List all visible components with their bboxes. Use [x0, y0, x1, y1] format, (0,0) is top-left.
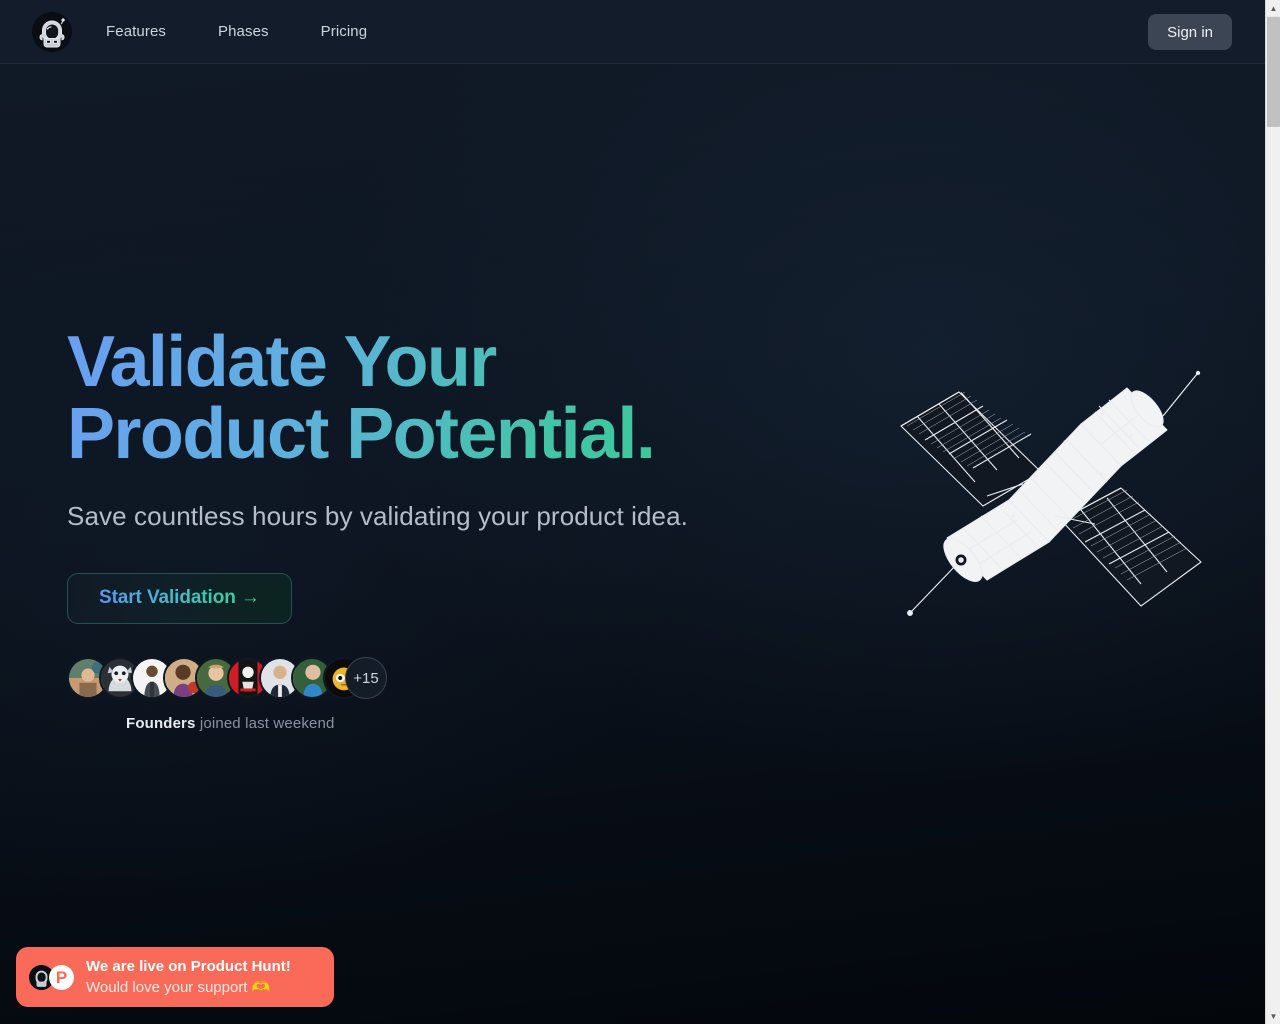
nav-link-features[interactable]: Features	[106, 15, 166, 48]
sign-in-button[interactable]: Sign in	[1148, 14, 1232, 50]
vertical-scrollbar[interactable]: ▲ ▼	[1265, 0, 1280, 1024]
nav-link-pricing[interactable]: Pricing	[321, 15, 368, 48]
product-hunt-subtitle: Would love your support 🫶	[86, 979, 271, 996]
social-proof: +15 Founders joined last weekend	[67, 656, 387, 732]
hero-copy: Validate Your Product Potential. Save co…	[67, 326, 767, 624]
start-validation-label: Start Validation →	[99, 587, 260, 608]
site-header: Features Phases Pricing Sign in	[0, 0, 1265, 64]
page-title: Validate Your Product Potential.	[67, 326, 767, 470]
scroll-up-arrow-icon[interactable]: ▲	[1266, 0, 1280, 16]
start-validation-button[interactable]: Start Validation →	[67, 572, 292, 624]
product-hunt-title: We are live on Product Hunt!	[86, 958, 291, 975]
product-hunt-text: We are live on Product Hunt! Would love …	[86, 956, 291, 998]
page-viewport: Features Phases Pricing Sign in Validate…	[0, 0, 1265, 1024]
hero-section: Validate Your Product Potential. Save co…	[0, 64, 1265, 1024]
social-proof-rest: joined last weekend	[195, 715, 335, 732]
social-proof-caption: Founders joined last weekend	[126, 715, 387, 732]
product-hunt-icon: P	[49, 965, 74, 990]
nav-link-phases[interactable]: Phases	[218, 15, 269, 48]
scrollbar-thumb[interactable]	[1267, 17, 1280, 127]
scroll-down-arrow-icon[interactable]: ▼	[1266, 1008, 1280, 1024]
product-hunt-banner[interactable]: P We are live on Product Hunt! Would lov…	[16, 947, 334, 1007]
avatar-overflow-count[interactable]: +15	[345, 657, 387, 699]
hero-subtitle: Save countless hours by validating your …	[67, 501, 688, 531]
astronaut-helmet-logo-icon[interactable]	[32, 11, 72, 52]
social-proof-strong: Founders	[126, 715, 196, 732]
astronaut-helmet-glyph	[32, 11, 72, 52]
product-hunt-logos: P	[29, 962, 82, 992]
avatar-stack: +15	[67, 656, 387, 700]
primary-nav: Features Phases Pricing	[106, 15, 419, 48]
satellite-glyph	[900, 370, 1202, 616]
satellite-illustration-icon	[895, 364, 1205, 634]
